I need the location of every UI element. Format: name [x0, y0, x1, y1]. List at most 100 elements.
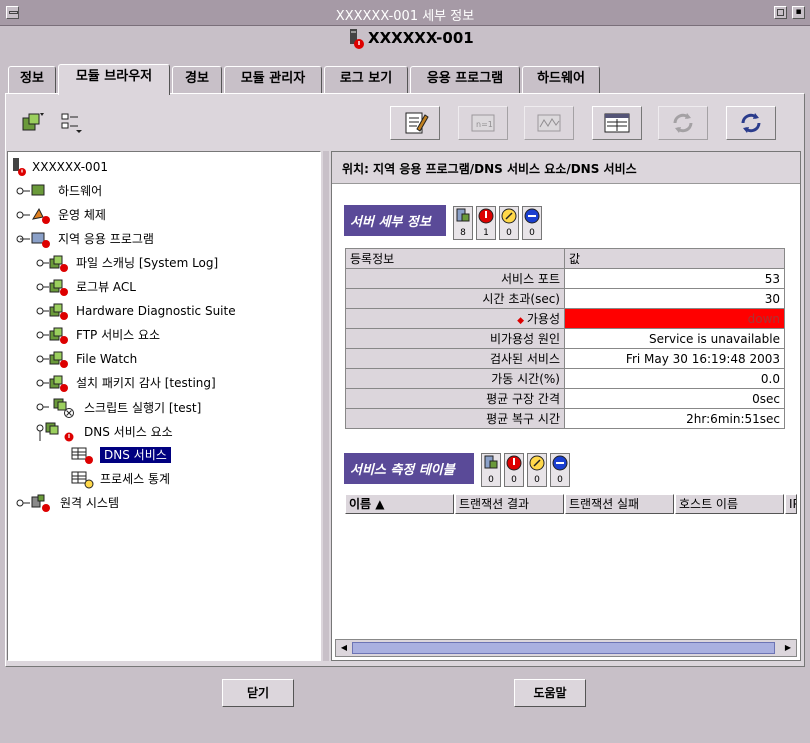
attribute-grid-icon: n=1 [471, 114, 495, 132]
table-window-icon [604, 113, 630, 133]
table-row[interactable]: 가동 시간(%) 0.0 [345, 368, 785, 389]
warning-icon [529, 455, 545, 471]
module-count-icon [456, 208, 470, 222]
tab-hardware[interactable]: 하드웨어 [522, 66, 600, 93]
measure-status-total[interactable]: 0 [481, 453, 501, 487]
pane-splitter[interactable] [323, 151, 329, 661]
module-alarm-icon [36, 303, 68, 320]
tree-item-local-apps[interactable]: 지역 응용 프로그램 [16, 229, 154, 248]
host-alarm-icon [350, 29, 364, 49]
edit-button[interactable] [390, 106, 440, 140]
module-alarm-icon [36, 255, 68, 272]
refresh-disabled-button[interactable] [658, 106, 708, 140]
table-row[interactable]: 서비스 포트 53 [345, 268, 785, 289]
tree-item-ftp[interactable]: FTP 서비스 요소 [36, 325, 160, 344]
tree-item-package-audit[interactable]: 설치 패키지 감사 [testing] [36, 373, 216, 392]
table-alarm-icon [71, 447, 93, 464]
table-row[interactable]: 평균 복구 시간 2hr:6min:51sec [345, 408, 785, 429]
column-header-transaction-result[interactable]: 트랜잭션 결과 [455, 494, 564, 514]
tree-item-process-stats[interactable]: 프로세스 통계 [70, 469, 170, 489]
table-view-button[interactable] [592, 106, 642, 140]
tab-module-manager[interactable]: 모듈 관리자 [224, 66, 322, 93]
tree-root[interactable]: XXXXXX-001 [12, 157, 108, 176]
close-button[interactable]: 닫기 [222, 679, 294, 707]
attribute-editor-button[interactable]: n=1 [458, 106, 508, 140]
tab-log-view[interactable]: 로그 보기 [324, 66, 408, 93]
column-header-ip[interactable]: IP [785, 494, 797, 514]
column-value: 값 [564, 248, 785, 269]
tab-module-browser[interactable]: 모듈 브라우저 [58, 64, 170, 95]
table-warning-icon [71, 471, 94, 489]
measure-status-info[interactable]: 0 [550, 453, 570, 487]
table-row[interactable]: 평균 구장 간격 0sec [345, 388, 785, 409]
module-alarm-icon [36, 422, 74, 442]
tree-item-script-runner[interactable]: 스크립트 실행기 [test] [36, 397, 201, 418]
tree-item-file-scan[interactable]: 파일 스캐닝 [System Log] [36, 253, 218, 272]
module-count-icon [484, 455, 498, 469]
module-alarm-icon [36, 279, 68, 296]
tree-item-hardware[interactable]: 하드웨어 [16, 181, 102, 199]
tree-item-remote-systems[interactable]: 원격 시스템 [16, 493, 119, 512]
scroll-left-icon[interactable]: ◀ [337, 642, 351, 654]
hardware-icon [16, 184, 45, 196]
module-alarm-icon [36, 351, 68, 368]
selected-node-label: DNS 서비스 [100, 447, 171, 463]
critical-icon [506, 455, 522, 471]
refresh-button[interactable] [726, 106, 776, 140]
svg-text:n=1: n=1 [476, 120, 493, 129]
graph-icon [537, 114, 561, 132]
status-critical[interactable]: 1 [476, 206, 496, 240]
measure-status-critical[interactable]: 0 [504, 453, 524, 487]
host-alarm-icon [13, 158, 26, 176]
server-details-title: 서버 세부 정보 [344, 205, 446, 236]
location-path: 위치: 지역 응용 프로그램/DNS 서비스 요소/DNS 서비스 [342, 162, 637, 176]
status-warning[interactable]: 0 [499, 206, 519, 240]
tab-alarms[interactable]: 경보 [172, 66, 222, 93]
measure-status-warning[interactable]: 0 [527, 453, 547, 487]
window-title: XXXXXX-001 세부 정보 [335, 9, 475, 24]
tree-item-hw-diagnostic[interactable]: Hardware Diagnostic Suite [36, 301, 236, 320]
table-row[interactable]: 비가용성 원인 Service is unavailable [345, 328, 785, 349]
scroll-right-icon[interactable]: ▶ [781, 642, 795, 654]
column-header-transaction-fail[interactable]: 트랜잭션 실패 [565, 494, 674, 514]
maximize-button[interactable] [774, 6, 787, 19]
table-row[interactable]: 검사된 서비스 Fri May 30 16:19:48 2003 [345, 348, 785, 369]
hierarchy-view-icon[interactable] [20, 110, 48, 136]
graph-button[interactable] [524, 106, 574, 140]
column-property: 등록정보 [345, 248, 565, 269]
scroll-thumb[interactable] [352, 642, 775, 654]
tree-item-logview-acl[interactable]: 로그뷰 ACL [36, 277, 136, 296]
tree-item-os[interactable]: 운영 체제 [16, 205, 106, 224]
column-header-name[interactable]: 이름 ▲ [345, 494, 454, 514]
window-title-bar[interactable]: XXXXXX-001 세부 정보 ▪ [0, 0, 810, 26]
tree-item-dns-service[interactable]: DNS 서비스 [70, 445, 171, 464]
availability-down-cell: down [564, 308, 785, 329]
refresh-icon [741, 113, 761, 133]
os-alarm-icon [16, 207, 50, 224]
warning-icon [501, 208, 517, 224]
tree-item-file-watch[interactable]: File Watch [36, 349, 137, 368]
table-row[interactable]: 시간 초과(sec) 30 [345, 288, 785, 309]
tree-item-dns-element[interactable]: DNS 서비스 요소 [36, 421, 173, 442]
module-alarm-icon [36, 375, 68, 392]
module-alarm-icon [36, 327, 68, 344]
measure-table-title: 서비스 측정 테이블 [344, 453, 474, 484]
column-header-host-name[interactable]: 호스트 이름 [675, 494, 784, 514]
topology-view-icon[interactable] [58, 110, 86, 136]
horizontal-scrollbar[interactable]: ◀ ▶ [335, 639, 797, 657]
info-icon [524, 208, 540, 224]
status-info[interactable]: 0 [522, 206, 542, 240]
info-icon [552, 455, 568, 471]
host-name-header: XXXXXX-001 [368, 29, 474, 47]
probe-refresh-icon [673, 113, 693, 133]
tab-info[interactable]: 정보 [8, 66, 56, 93]
edit-notepad-icon [405, 112, 429, 134]
alarm-marker-icon: ◆ [517, 316, 527, 326]
local-apps-alarm-icon [16, 232, 50, 248]
help-button[interactable]: 도움말 [514, 679, 586, 707]
tab-applications[interactable]: 응용 프로그램 [410, 66, 520, 93]
status-total[interactable]: 8 [453, 206, 473, 240]
table-row[interactable]: ◆ 가용성 down [345, 308, 785, 329]
close-window-button[interactable]: ▪ [792, 6, 805, 19]
remote-system-alarm-icon [16, 494, 50, 512]
